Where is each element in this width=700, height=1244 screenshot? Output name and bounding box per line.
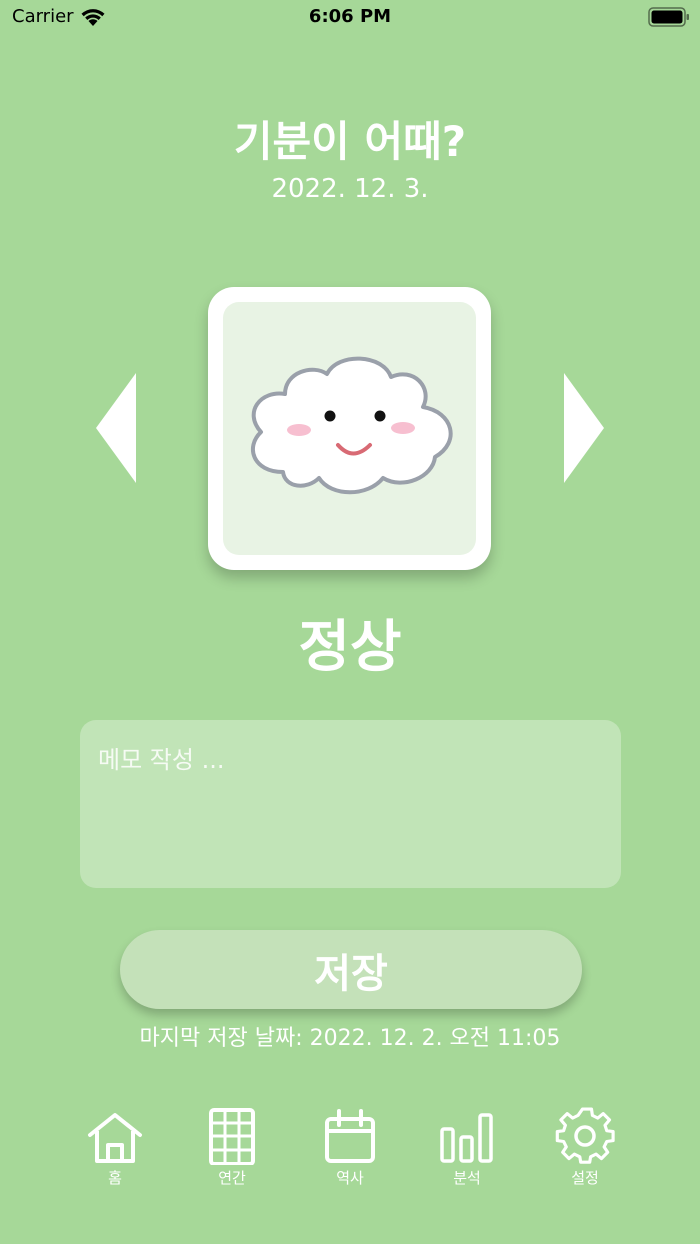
tab-home[interactable]: 홈 — [70, 1105, 160, 1195]
tab-label: 홈 — [108, 1169, 122, 1187]
page-title: 기분이 어때? — [233, 117, 467, 166]
tab-analysis[interactable]: 분석 — [422, 1105, 512, 1195]
tab-yearly[interactable]: 연간 — [187, 1105, 277, 1195]
memo-input[interactable] — [80, 720, 621, 888]
battery-icon — [648, 7, 690, 31]
status-time: 6:06 PM — [308, 6, 392, 27]
mood-label: 정상 — [298, 615, 402, 680]
chevron-right-icon — [564, 373, 604, 483]
tab-settings[interactable]: 설정 — [540, 1105, 630, 1195]
previous-mood-button[interactable] — [96, 373, 136, 483]
cloud-face-icon — [250, 356, 453, 495]
tab-history[interactable]: 역사 — [305, 1105, 395, 1195]
tab-label: 설정 — [571, 1169, 599, 1187]
save-button[interactable]: 저장 — [120, 930, 582, 1009]
current-date: 2022. 12. 3. — [271, 174, 429, 204]
chevron-left-icon — [96, 373, 136, 483]
tab-label: 역사 — [336, 1169, 364, 1187]
tab-label: 분석 — [453, 1169, 481, 1187]
mood-card-inner — [223, 302, 476, 555]
next-mood-button[interactable] — [564, 373, 604, 483]
calendar-icon — [325, 1109, 375, 1163]
mood-card[interactable] — [208, 287, 491, 570]
grid-icon — [209, 1108, 255, 1165]
status-bar: Carrier 6:06 PM — [0, 0, 700, 36]
home-icon — [88, 1113, 142, 1163]
gear-icon — [555, 1107, 615, 1164]
tab-label: 연간 — [218, 1169, 246, 1187]
bar-chart-icon — [440, 1113, 493, 1163]
tab-bar: 홈 연간 역사 분석 설정 — [0, 1105, 700, 1195]
last-saved-text: 마지막 저장 날짜: 2022. 12. 2. 오전 11:05 — [139, 1026, 561, 1051]
